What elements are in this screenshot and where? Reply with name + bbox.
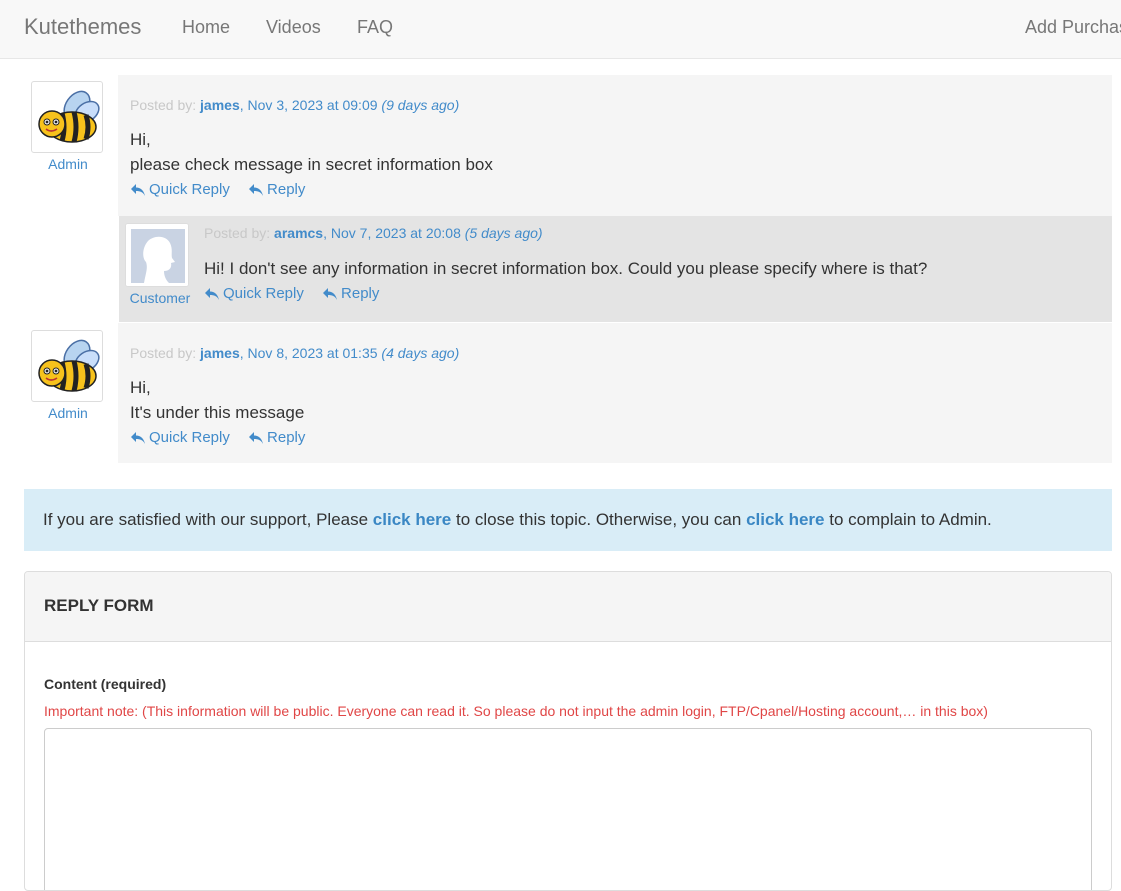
post-1-avatar-col: Admin xyxy=(31,81,105,172)
reply-label: Reply xyxy=(341,285,380,302)
quick-reply-button[interactable]: Quick Reply xyxy=(130,429,230,446)
author-link[interactable]: james xyxy=(200,97,240,113)
post-1: Admin Posted by: james, Nov 3, 2023 at 0… xyxy=(24,75,1112,216)
reply-button[interactable]: Reply xyxy=(248,181,305,198)
default-user-silhouette-icon xyxy=(126,224,189,287)
reply-arrow-icon xyxy=(204,287,220,301)
reply-label: Reply xyxy=(267,181,306,198)
reply-arrow-icon xyxy=(130,183,146,197)
posted-by-label: Posted by: xyxy=(204,225,271,241)
quick-reply-label: Quick Reply xyxy=(223,285,304,302)
important-note: Important note: (This information will b… xyxy=(44,703,988,719)
avatar xyxy=(31,330,103,402)
quick-reply-button[interactable]: Quick Reply xyxy=(130,181,230,198)
bee-icon xyxy=(32,82,103,153)
post-message: Hi, It's under this message xyxy=(130,375,304,425)
close-topic-link[interactable]: click here xyxy=(373,510,451,529)
user-role[interactable]: Admin xyxy=(31,405,105,421)
nav-videos[interactable]: Videos xyxy=(266,17,321,38)
quick-reply-label: Quick Reply xyxy=(149,429,230,446)
content-label: Content (required) xyxy=(44,676,167,692)
top-navbar: Kutethemes Home Videos FAQ Add Purchas xyxy=(0,0,1121,59)
post-actions: Quick Reply Reply xyxy=(204,285,393,305)
nav-faq[interactable]: FAQ xyxy=(357,17,393,38)
post-2: Customer Posted by: aramcs, Nov 7, 2023 … xyxy=(119,216,1112,322)
reply-form-title: REPLY FORM xyxy=(25,572,1111,642)
user-role[interactable]: Admin xyxy=(31,156,105,172)
brand-logo[interactable]: Kutethemes xyxy=(24,14,141,40)
quick-reply-label: Quick Reply xyxy=(149,181,230,198)
reply-arrow-icon xyxy=(322,287,338,301)
avatar xyxy=(31,81,103,153)
post-body: Posted by: james, Nov 8, 2023 at 01:35 (… xyxy=(118,323,1112,463)
reply-button[interactable]: Reply xyxy=(322,285,379,302)
post-message: Hi, please check message in secret infor… xyxy=(130,127,493,177)
user-role[interactable]: Customer xyxy=(125,290,195,306)
bee-icon xyxy=(32,331,103,402)
post-body: Posted by: james, Nov 3, 2023 at 09:09 (… xyxy=(118,75,1112,216)
avatar xyxy=(125,223,189,287)
message-line: It's under this message xyxy=(130,403,305,422)
reply-arrow-icon xyxy=(248,431,264,445)
reply-form-panel: REPLY FORM Content (required) Important … xyxy=(24,571,1112,891)
post-actions: Quick Reply Reply xyxy=(130,429,319,449)
reply-label: Reply xyxy=(267,429,306,446)
message-line: Hi, xyxy=(130,378,151,397)
nav-add-purchase[interactable]: Add Purchas xyxy=(1025,17,1121,38)
post-ago: (4 days ago) xyxy=(381,345,460,361)
post-date: , Nov 7, 2023 at 20:08 xyxy=(323,225,461,241)
posted-by-label: Posted by: xyxy=(130,345,197,361)
nav-home[interactable]: Home xyxy=(182,17,230,38)
post-3-avatar-col: Admin xyxy=(31,330,105,421)
reply-button[interactable]: Reply xyxy=(248,429,305,446)
message-line: Hi! I don't see any information in secre… xyxy=(204,259,928,278)
post-date: , Nov 3, 2023 at 09:09 xyxy=(239,97,378,113)
post-ago: (9 days ago) xyxy=(381,97,460,113)
message-line: Hi, xyxy=(130,130,151,149)
quick-reply-button[interactable]: Quick Reply xyxy=(204,285,304,302)
content-textarea[interactable] xyxy=(44,728,1092,890)
complain-link[interactable]: click here xyxy=(746,510,824,529)
post-ago: (5 days ago) xyxy=(464,225,543,241)
reply-arrow-icon xyxy=(248,183,264,197)
post-actions: Quick Reply Reply xyxy=(130,181,319,201)
notice-text: to close this topic. Otherwise, you can xyxy=(451,510,747,529)
post-2-avatar-col: Customer xyxy=(125,223,195,306)
post-meta: Posted by: james, Nov 8, 2023 at 01:35 (… xyxy=(130,345,459,361)
reply-arrow-icon xyxy=(130,431,146,445)
author-link[interactable]: aramcs xyxy=(274,225,323,241)
notice-text: to complain to Admin. xyxy=(824,510,992,529)
post-3: Admin Posted by: james, Nov 8, 2023 at 0… xyxy=(24,323,1112,463)
message-line: please check message in secret informati… xyxy=(130,155,493,174)
author-link[interactable]: james xyxy=(200,345,240,361)
post-meta: Posted by: james, Nov 3, 2023 at 09:09 (… xyxy=(130,97,459,113)
post-message: Hi! I don't see any information in secre… xyxy=(204,256,927,281)
notice-text: If you are satisfied with our support, P… xyxy=(43,510,373,529)
posted-by-label: Posted by: xyxy=(130,97,197,113)
post-meta: Posted by: aramcs, Nov 7, 2023 at 20:08 … xyxy=(204,225,543,241)
satisfaction-notice: If you are satisfied with our support, P… xyxy=(24,489,1112,551)
post-date: , Nov 8, 2023 at 01:35 xyxy=(239,345,378,361)
